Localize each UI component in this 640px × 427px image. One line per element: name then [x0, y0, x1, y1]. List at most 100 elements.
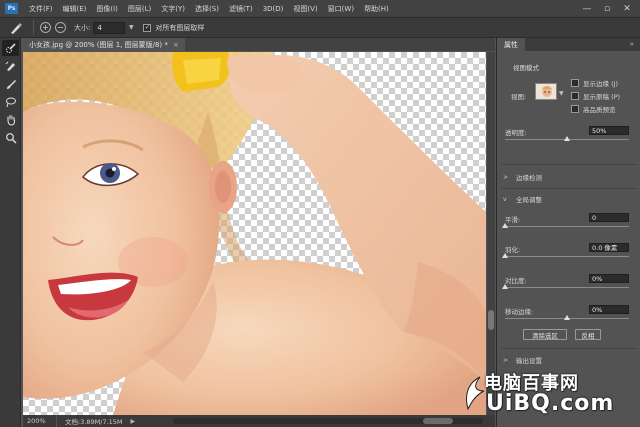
horizontal-scroll-thumb[interactable] — [423, 418, 453, 424]
shift-edge-label: 移动边缘: — [505, 308, 534, 316]
site-watermark: 电脑百事网 UiBQ.com — [462, 369, 638, 425]
brush-size-label: 大小: — [74, 23, 91, 32]
contrast-slider-knob[interactable] — [502, 284, 508, 289]
edge-detection-label: 边缘检测 — [516, 174, 542, 182]
contrast-slider[interactable] — [502, 284, 629, 289]
vertical-scroll-thumb[interactable] — [488, 310, 494, 330]
menu-image[interactable]: 图像(I) — [91, 4, 123, 14]
shift-edge-slider[interactable] — [505, 315, 629, 320]
output-settings-label: 输出设置 — [516, 357, 542, 365]
view-label: 视图: — [511, 93, 527, 101]
opacity-label: 透明度: — [505, 129, 527, 137]
panel-divider — [501, 348, 637, 349]
show-original-option[interactable]: 显示原稿 (P) — [571, 91, 620, 101]
smooth-slider[interactable] — [502, 223, 629, 228]
document-canvas[interactable] — [23, 52, 486, 415]
close-icon[interactable]: × — [173, 41, 179, 49]
menu-view[interactable]: 视图(V) — [288, 4, 322, 14]
photoshop-logo: Ps — [5, 3, 18, 14]
chevron-down-icon: v — [503, 195, 507, 203]
panel-divider — [501, 188, 637, 189]
document-tab[interactable]: 小女孩.jpg @ 200% (图层 1, 图层蒙版/8) * × — [23, 38, 185, 51]
view-mode-section: 视图: ▼ 显示边缘 (J) 显示原稿 (P) 高品质预览 — [505, 75, 633, 117]
global-refine-label: 全局调整 — [516, 196, 542, 204]
opacity-slider[interactable] — [505, 136, 629, 141]
sample-all-layers-option[interactable]: ✓ 对所有图层取样 — [143, 23, 204, 33]
menu-help[interactable]: 帮助(H) — [359, 4, 394, 14]
vertical-scrollbar[interactable] — [487, 52, 495, 415]
lasso-tool-icon[interactable] — [2, 94, 19, 110]
global-refine-section[interactable]: v 全局调整 — [503, 194, 542, 205]
chevron-right-icon: > — [503, 356, 509, 364]
smooth-slider-knob[interactable] — [502, 223, 508, 228]
zoom-level[interactable]: 200% — [23, 415, 57, 427]
options-divider — [33, 20, 34, 35]
invert-button[interactable]: 反相 — [575, 329, 601, 340]
minimize-button[interactable]: — — [578, 0, 596, 17]
maximize-button[interactable]: ▫ — [598, 0, 616, 17]
smooth-input[interactable]: 0 — [589, 213, 629, 222]
document-tab-bar: 小女孩.jpg @ 200% (图层 1, 图层蒙版/8) * × — [23, 38, 495, 51]
menu-edit[interactable]: 编辑(E) — [58, 4, 92, 14]
menu-layer[interactable]: 图层(L) — [123, 4, 156, 14]
subtract-brush-mode-icon[interactable]: − — [55, 22, 66, 33]
show-original-checkbox[interactable] — [571, 92, 579, 100]
contrast-input[interactable]: 0% — [589, 274, 629, 283]
panel-divider — [501, 164, 637, 165]
tab-properties[interactable]: 属性 — [497, 38, 525, 51]
add-brush-mode-icon[interactable]: + — [40, 22, 51, 33]
menu-window[interactable]: 窗口(W) — [323, 4, 359, 14]
high-quality-preview-option[interactable]: 高品质预览 — [571, 104, 616, 114]
high-quality-preview-label: 高品质预览 — [583, 106, 616, 114]
shift-edge-input[interactable]: 0% — [589, 305, 629, 314]
watermark-emblem-icon — [466, 376, 485, 411]
document-tab-title: 小女孩.jpg @ 200% (图层 1, 图层蒙版/8) * — [29, 40, 168, 49]
show-original-label: 显示原稿 (P) — [583, 93, 621, 101]
menu-file[interactable]: 文件(F) — [24, 4, 58, 14]
horizontal-scrollbar[interactable] — [173, 418, 483, 424]
refine-brush-preset-icon[interactable] — [5, 19, 27, 36]
view-mode-thumbnail[interactable] — [535, 83, 557, 100]
canvas-photo — [23, 52, 486, 415]
chevron-down-icon[interactable]: ▼ — [127, 22, 135, 34]
show-edge-checkbox[interactable] — [571, 79, 579, 87]
brush-size-input[interactable]: 4 — [93, 21, 126, 34]
feather-slider[interactable] — [502, 253, 629, 258]
opacity-slider-knob[interactable] — [564, 136, 570, 141]
tools-panel — [0, 38, 21, 427]
status-bar: 200% 文档:3.89M/7.15M ▶ — [23, 415, 495, 427]
clear-selection-button[interactable]: 清除选区 — [523, 329, 567, 340]
shift-edge-slider-knob[interactable] — [564, 315, 570, 320]
watermark-line2: UiBQ.com — [486, 391, 615, 416]
menu-filter[interactable]: 滤镜(T) — [224, 4, 258, 14]
chevron-right-icon[interactable]: ▶ — [131, 418, 136, 425]
document-size-info: 文档:3.89M/7.15M — [65, 418, 123, 426]
output-settings-section[interactable]: > 输出设置 — [503, 355, 542, 366]
options-bar: + − 大小: 4 ▼ ✓ 对所有图层取样 — [0, 17, 640, 38]
hand-tool-icon[interactable] — [2, 112, 19, 128]
chevron-right-icon: > — [503, 173, 509, 181]
feather-input[interactable]: 0.0 像素 — [589, 243, 629, 252]
show-edge-label: 显示边缘 (J) — [583, 80, 619, 88]
refine-edge-brush-icon[interactable] — [2, 58, 19, 74]
close-window-button[interactable]: ✕ — [618, 0, 636, 17]
collapse-panel-icon[interactable]: » — [630, 40, 634, 48]
sample-all-layers-label: 对所有图层取样 — [155, 23, 205, 32]
chevron-down-icon[interactable]: ▼ — [559, 90, 564, 97]
quick-selection-tool-icon[interactable] — [2, 40, 19, 56]
opacity-input[interactable]: 50% — [589, 126, 629, 135]
show-edge-option[interactable]: 显示边缘 (J) — [571, 78, 618, 88]
high-quality-preview-checkbox[interactable] — [571, 105, 579, 113]
feather-slider-knob[interactable] — [502, 253, 508, 258]
menu-3d[interactable]: 3D(D) — [258, 5, 289, 13]
menu-select[interactable]: 选择(S) — [190, 4, 224, 14]
zoom-tool-icon[interactable] — [2, 130, 19, 146]
edge-detection-section[interactable]: > 边缘检测 — [503, 172, 542, 183]
contrast-label: 对比度: — [505, 277, 527, 285]
menu-bar: Ps 文件(F) 编辑(E) 图像(I) 图层(L) 文字(Y) 选择(S) 滤… — [0, 0, 640, 17]
menu-type[interactable]: 文字(Y) — [156, 4, 190, 14]
brush-tool-icon[interactable] — [2, 76, 19, 92]
view-mode-title: 视图模式 — [513, 64, 539, 72]
panel-tab-bar: 属性 » — [497, 38, 640, 51]
sample-all-layers-checkbox[interactable]: ✓ — [143, 23, 152, 32]
